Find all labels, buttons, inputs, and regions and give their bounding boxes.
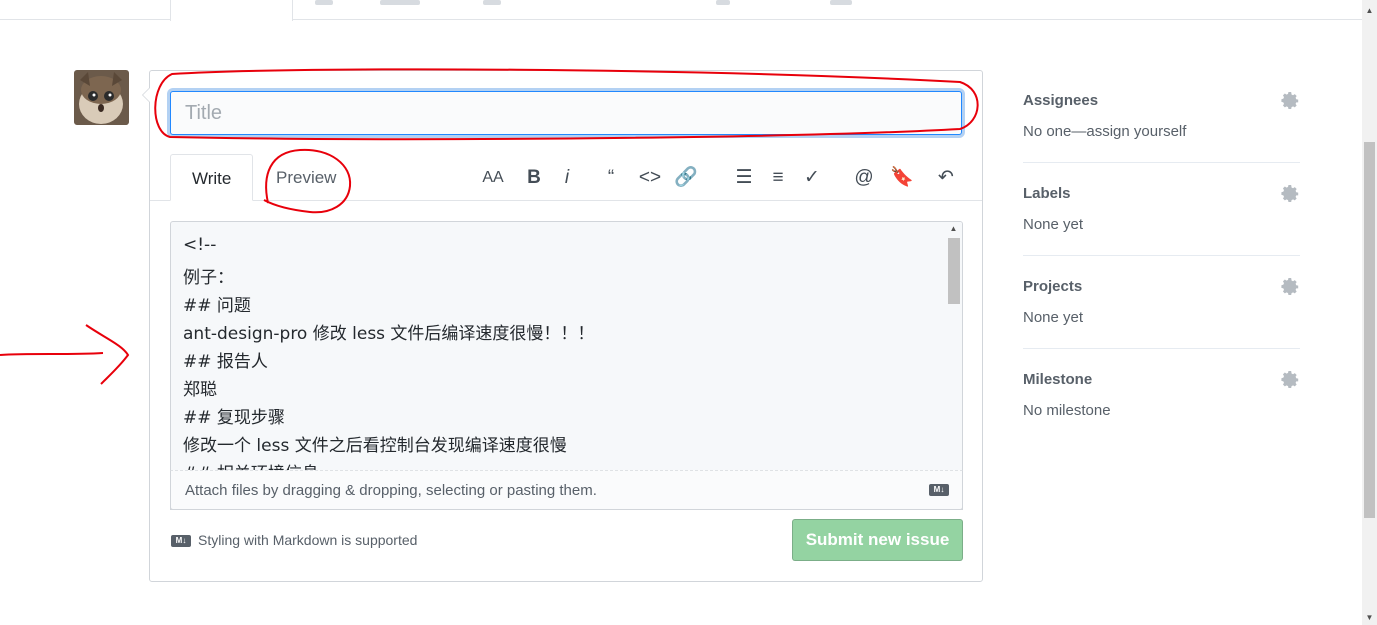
numbered-list-icon[interactable]: ≡ <box>766 165 790 191</box>
task-list-icon[interactable]: ✓ <box>800 165 824 191</box>
gear-icon[interactable] <box>1281 371 1300 390</box>
tab-preview[interactable]: Preview <box>255 154 357 201</box>
sidebar-projects: Projects None yet <box>1023 278 1300 326</box>
attach-files-text: Attach files by dragging & dropping, sel… <box>185 482 597 499</box>
sidebar-assignees: Assignees No one—assign yourself <box>1023 92 1300 140</box>
markdown-icon: M↓ <box>929 484 949 496</box>
bold-icon[interactable]: B <box>522 165 546 191</box>
sidebar-divider <box>1023 255 1300 256</box>
quote-icon[interactable]: “ <box>599 165 623 191</box>
markdown-note-text: Styling with Markdown is supported <box>198 532 418 548</box>
repo-nav-active-tab[interactable] <box>170 0 293 21</box>
assignees-heading: Assignees <box>1023 92 1099 109</box>
italic-icon[interactable]: i <box>555 165 579 191</box>
nav-icon <box>716 0 730 5</box>
nav-icon <box>483 0 501 5</box>
saved-reply-icon[interactable]: 🔖 <box>890 165 914 191</box>
page-scrollbar[interactable]: ▲ ▼ <box>1362 0 1377 625</box>
markdown-icon: M↓ <box>171 535 191 547</box>
mention-icon[interactable]: @ <box>852 165 876 191</box>
arrow-annotation <box>0 352 104 356</box>
projects-value: None yet <box>1023 309 1084 326</box>
file-attachment-area[interactable]: Attach files by dragging & dropping, sel… <box>170 470 963 510</box>
editor-line: 郑聪 <box>183 380 217 400</box>
nav-icon <box>830 0 852 5</box>
sidebar-divider <box>1023 162 1300 163</box>
scroll-up-arrow-icon[interactable]: ▲ <box>1362 4 1377 18</box>
sidebar-divider <box>1023 348 1300 349</box>
scrollbar-thumb[interactable] <box>948 238 960 304</box>
textarea-scrollbar[interactable]: ▲ ▼ <box>945 222 962 509</box>
new-issue-form: Write Preview AA Bi “ <> 🔗 ☰ ≡ ✓ @ 🔖 ↶ <!-- 例子： ## 问… <box>142 70 983 582</box>
projects-heading: Projects <box>1023 278 1083 295</box>
nav-icon <box>315 0 333 5</box>
milestone-value: No milestone <box>1023 402 1111 419</box>
labels-heading: Labels <box>1023 185 1071 202</box>
editor-line: 修改一个 less 文件之后看控制台发现编译速度很慢 <box>183 436 567 456</box>
milestone-heading: Milestone <box>1023 371 1093 388</box>
scroll-down-arrow-icon[interactable]: ▼ <box>1362 611 1377 625</box>
labels-value: None yet <box>1023 216 1084 233</box>
editor-line: 例子： <box>183 268 234 288</box>
reply-icon[interactable]: ↶ <box>928 165 964 191</box>
submit-new-issue-button[interactable]: Submit new issue <box>792 519 963 561</box>
tab-write[interactable]: Write <box>170 154 254 201</box>
editor-line: ## 复现步骤 <box>183 408 285 428</box>
repo-nav-strip <box>0 0 1362 21</box>
gear-icon[interactable] <box>1281 92 1300 111</box>
avatar[interactable] <box>74 70 129 125</box>
scrollbar-thumb[interactable] <box>1364 142 1375 518</box>
editor-line: <!-- <box>183 235 217 255</box>
issue-title-input[interactable] <box>170 91 962 135</box>
sidebar-labels: Labels None yet <box>1023 185 1300 233</box>
bullet-list-icon[interactable]: ☰ <box>732 165 756 191</box>
arrowhead-annotation <box>85 324 130 385</box>
editor-line: ## 问题 <box>183 296 251 316</box>
nav-item[interactable] <box>380 0 420 5</box>
link-icon[interactable]: 🔗 <box>674 165 698 191</box>
editor-line: ## 报告人 <box>183 352 268 372</box>
assignees-value[interactable]: No one—assign yourself <box>1023 123 1300 140</box>
gear-icon[interactable] <box>1281 278 1300 297</box>
issue-body-textarea[interactable]: <!-- 例子： ## 问题 ant-design-pro 修改 less 文件后编译… <box>170 221 963 510</box>
code-icon[interactable]: <> <box>638 165 662 191</box>
editor-line: ant-design-pro 修改 less 文件后编译速度很慢！！！ <box>183 324 595 344</box>
header-text-icon[interactable]: AA <box>481 165 505 191</box>
gear-icon[interactable] <box>1281 185 1300 204</box>
sidebar-milestone: Milestone No milestone <box>1023 371 1300 419</box>
scroll-up-arrow-icon[interactable]: ▲ <box>945 224 962 233</box>
markdown-supported-link[interactable]: M↓ Styling with Markdown is supported <box>171 532 417 548</box>
